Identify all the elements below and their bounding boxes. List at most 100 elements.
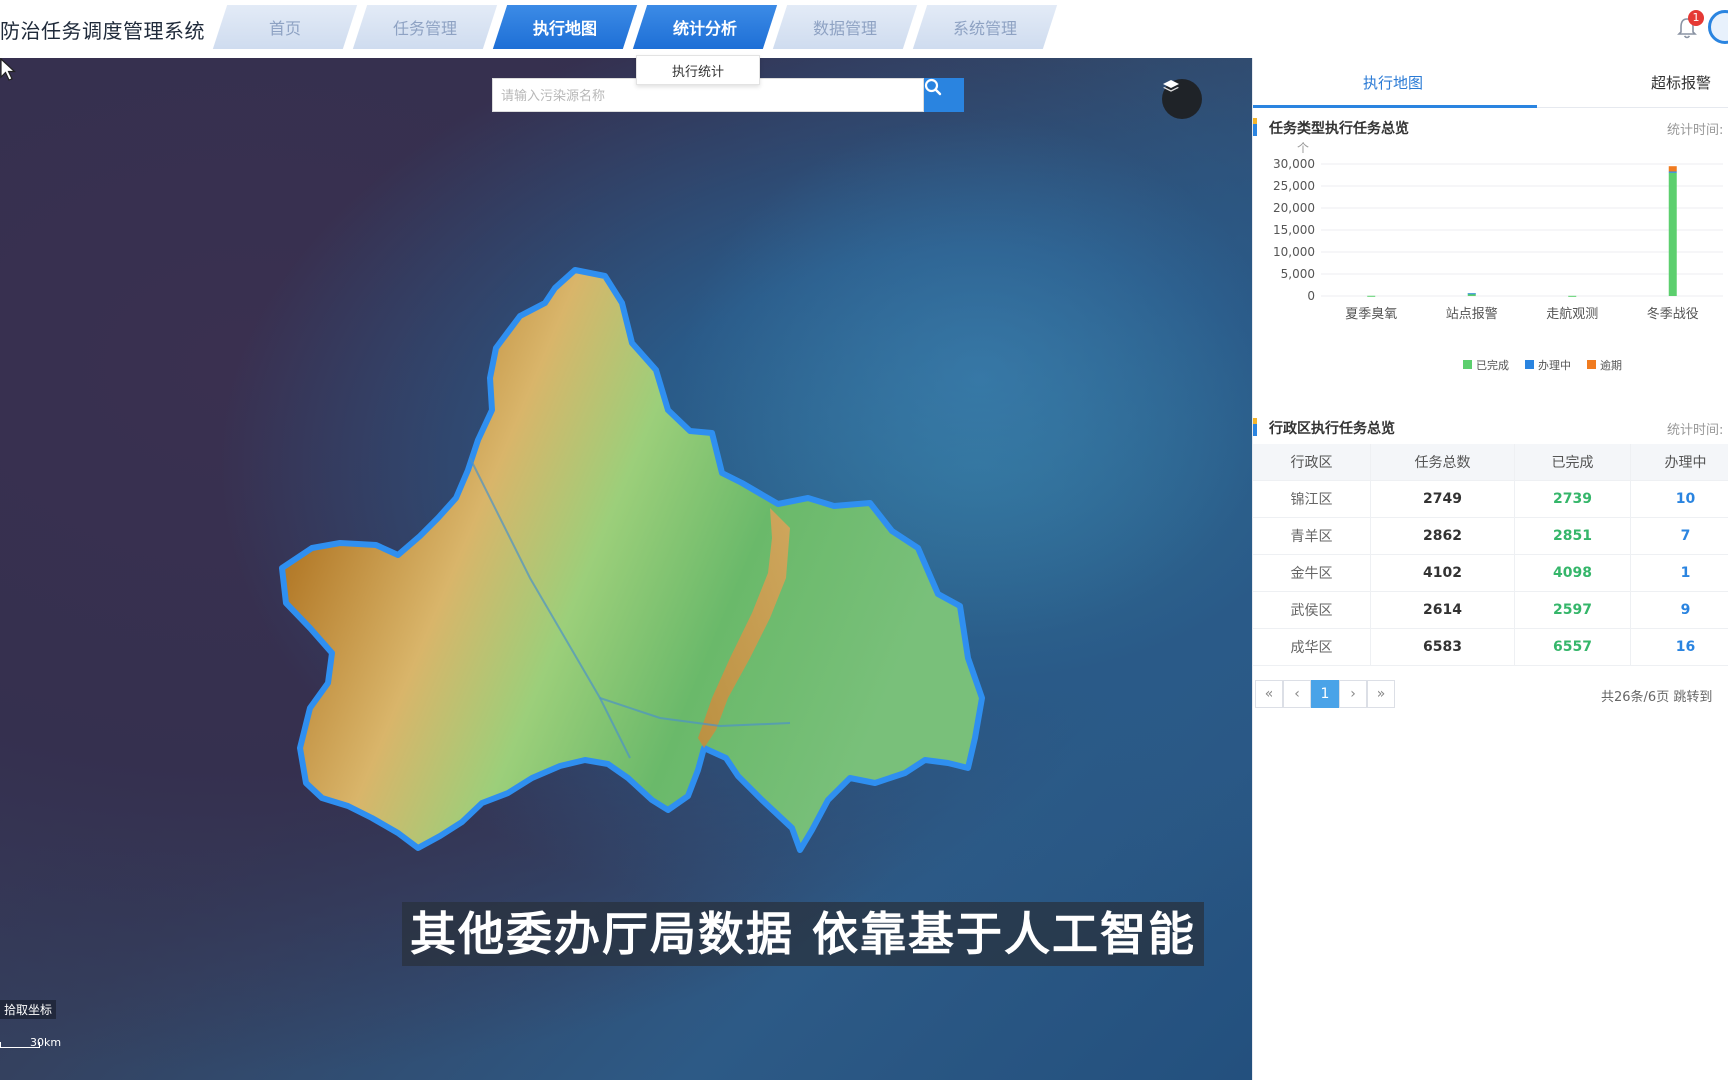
main-nav: 首页 任务管理 执行地图 统计分析 数据管理 系统管理 (212, 5, 1060, 49)
doing-cell: 10 (1631, 481, 1728, 517)
pagination-info: 共26条/6页 跳转到 (1601, 690, 1713, 705)
table-row[interactable]: 武侯区 2614 2597 9 (1253, 592, 1728, 629)
pick-coordinate-label[interactable]: 拾取坐标 (0, 1000, 57, 1019)
legend-swatch (1525, 360, 1534, 369)
right-panel: 执行地图 超标报警 任务类型执行任务总览 统计时间: 个 30,000 25,000… (1252, 58, 1728, 1080)
y-tick-label: 25,000 (1273, 179, 1315, 193)
y-tick-label: 15,000 (1273, 223, 1315, 237)
nav-tab-home[interactable]: 首页 (212, 5, 358, 49)
total-cell: 2614 (1371, 592, 1515, 628)
scale-label: 30km (30, 1036, 62, 1049)
doing-cell: 7 (1631, 518, 1728, 554)
tab-execution-map[interactable]: 执行地图 (1363, 72, 1423, 93)
done-cell: 4098 (1515, 555, 1631, 591)
search-button[interactable] (924, 78, 964, 112)
layers-icon (1163, 80, 1179, 92)
tab-over-limit-alarm[interactable]: 超标报警 (1651, 72, 1711, 93)
section-time-label: 统计时间: (1667, 423, 1724, 438)
notification-badge: 1 (1688, 10, 1704, 26)
column-header: 已完成 (1515, 444, 1631, 480)
nav-tab-system-management[interactable]: 系统管理 (912, 5, 1058, 49)
search-icon (924, 78, 942, 96)
x-tick-label: 走航观测 (1546, 306, 1598, 322)
panel-tabs: 执行地图 超标报警 (1253, 58, 1728, 108)
section-title: 行政区执行任务总览 (1269, 421, 1395, 437)
legend-swatch (1463, 360, 1472, 369)
district-cell: 成华区 (1253, 629, 1371, 665)
task-type-bar-chart: 个 30,000 25,000 20,000 15,000 10,000 5,000 0 夏季臭… (1273, 142, 1723, 372)
table-header-row: 行政区 任务总数 已完成 办理中 (1253, 444, 1728, 481)
video-subtitle: 其他委办厅局数据 依靠基于人工智能 (402, 902, 1205, 966)
bar-已完成 (1367, 295, 1376, 297)
y-tick-label: 20,000 (1273, 201, 1315, 215)
doing-cell: 16 (1631, 629, 1728, 665)
column-header: 行政区 (1253, 444, 1371, 480)
nav-tab-label: 首页 (268, 19, 301, 38)
y-tick-label: 10,000 (1273, 245, 1315, 259)
section-title: 任务类型执行任务总览 (1269, 121, 1409, 137)
task-type-section-header: 任务类型执行任务总览 统计时间: (1253, 116, 1728, 140)
y-tick-label: 0 (1307, 289, 1315, 303)
table-row[interactable]: 成华区 6583 6557 16 (1253, 629, 1728, 666)
pagination: « ‹ 1 › » 共26条/6页 跳转到 (1253, 680, 1728, 710)
district-section-header: 行政区执行任务总览 统计时间: (1253, 416, 1728, 440)
doing-cell: 1 (1631, 555, 1728, 591)
dropdown-item-execution-stats[interactable]: 执行统计 (636, 55, 760, 85)
tab-underline (1253, 105, 1537, 108)
legend-label: 已完成 (1476, 358, 1509, 372)
nav-tab-execution-map[interactable]: 执行地图 (492, 5, 638, 49)
legend-label: 逾期 (1600, 358, 1622, 372)
last-page-button[interactable]: » (1367, 680, 1395, 708)
next-page-button[interactable]: › (1339, 680, 1367, 708)
bar-已完成 (1568, 295, 1577, 297)
district-cell: 金牛区 (1253, 555, 1371, 591)
table-row[interactable]: 锦江区 2749 2739 10 (1253, 481, 1728, 518)
mouse-cursor-icon (0, 58, 16, 81)
nav-tab-task-management[interactable]: 任务管理 (352, 5, 498, 49)
district-table: 行政区 任务总数 已完成 办理中 锦江区 2749 2739 10 青羊区 28… (1253, 444, 1728, 666)
section-marker (1253, 418, 1257, 436)
x-tick-label: 冬季战役 (1647, 306, 1699, 322)
page-1-button[interactable]: 1 (1311, 680, 1339, 708)
nav-tab-label: 统计分析 (672, 19, 737, 38)
total-cell: 4102 (1371, 555, 1515, 591)
top-bar: 防治任务调度管理系统 首页 任务管理 执行地图 统计分析 数据管理 系统管理 1 (0, 0, 1728, 58)
doing-cell: 9 (1631, 592, 1728, 628)
done-cell: 6557 (1515, 629, 1631, 665)
district-cell: 锦江区 (1253, 481, 1371, 517)
column-header: 任务总数 (1371, 444, 1515, 480)
table-row[interactable]: 青羊区 2862 2851 7 (1253, 518, 1728, 555)
nav-tab-data-management[interactable]: 数据管理 (772, 5, 918, 49)
done-cell: 2739 (1515, 481, 1631, 517)
section-marker (1253, 118, 1257, 136)
nav-tab-label: 任务管理 (392, 19, 457, 38)
legend-swatch (1587, 360, 1596, 369)
district-cell: 青羊区 (1253, 518, 1371, 554)
bar-逾期 (1668, 166, 1677, 172)
nav-tab-statistics[interactable]: 统计分析 (632, 5, 778, 49)
y-tick-label: 5,000 (1281, 267, 1315, 281)
nav-tab-label: 系统管理 (952, 19, 1017, 38)
bar-已完成 (1668, 172, 1677, 296)
nav-tab-label: 执行地图 (532, 19, 597, 38)
total-cell: 2862 (1371, 518, 1515, 554)
legend-label: 办理中 (1538, 359, 1571, 372)
avatar-icon[interactable] (1708, 10, 1728, 44)
first-page-button[interactable]: « (1255, 680, 1283, 708)
layers-button[interactable] (1162, 79, 1202, 119)
x-tick-label: 站点报警 (1446, 306, 1498, 322)
section-time-label: 统计时间: (1667, 123, 1724, 138)
y-tick-label: 30,000 (1273, 157, 1315, 171)
nav-tab-label: 数据管理 (812, 19, 877, 38)
done-cell: 2851 (1515, 518, 1631, 554)
column-header: 办理中 (1631, 444, 1728, 480)
total-cell: 6583 (1371, 629, 1515, 665)
prev-page-button[interactable]: ‹ (1283, 680, 1311, 708)
y-axis-unit-label: 个 (1297, 142, 1309, 155)
total-cell: 2749 (1371, 481, 1515, 517)
district-cell: 武侯区 (1253, 592, 1371, 628)
bar-办理中 (1668, 171, 1677, 173)
table-row[interactable]: 金牛区 4102 4098 1 (1253, 555, 1728, 592)
x-tick-label: 夏季臭氧 (1345, 307, 1397, 322)
done-cell: 2597 (1515, 592, 1631, 628)
